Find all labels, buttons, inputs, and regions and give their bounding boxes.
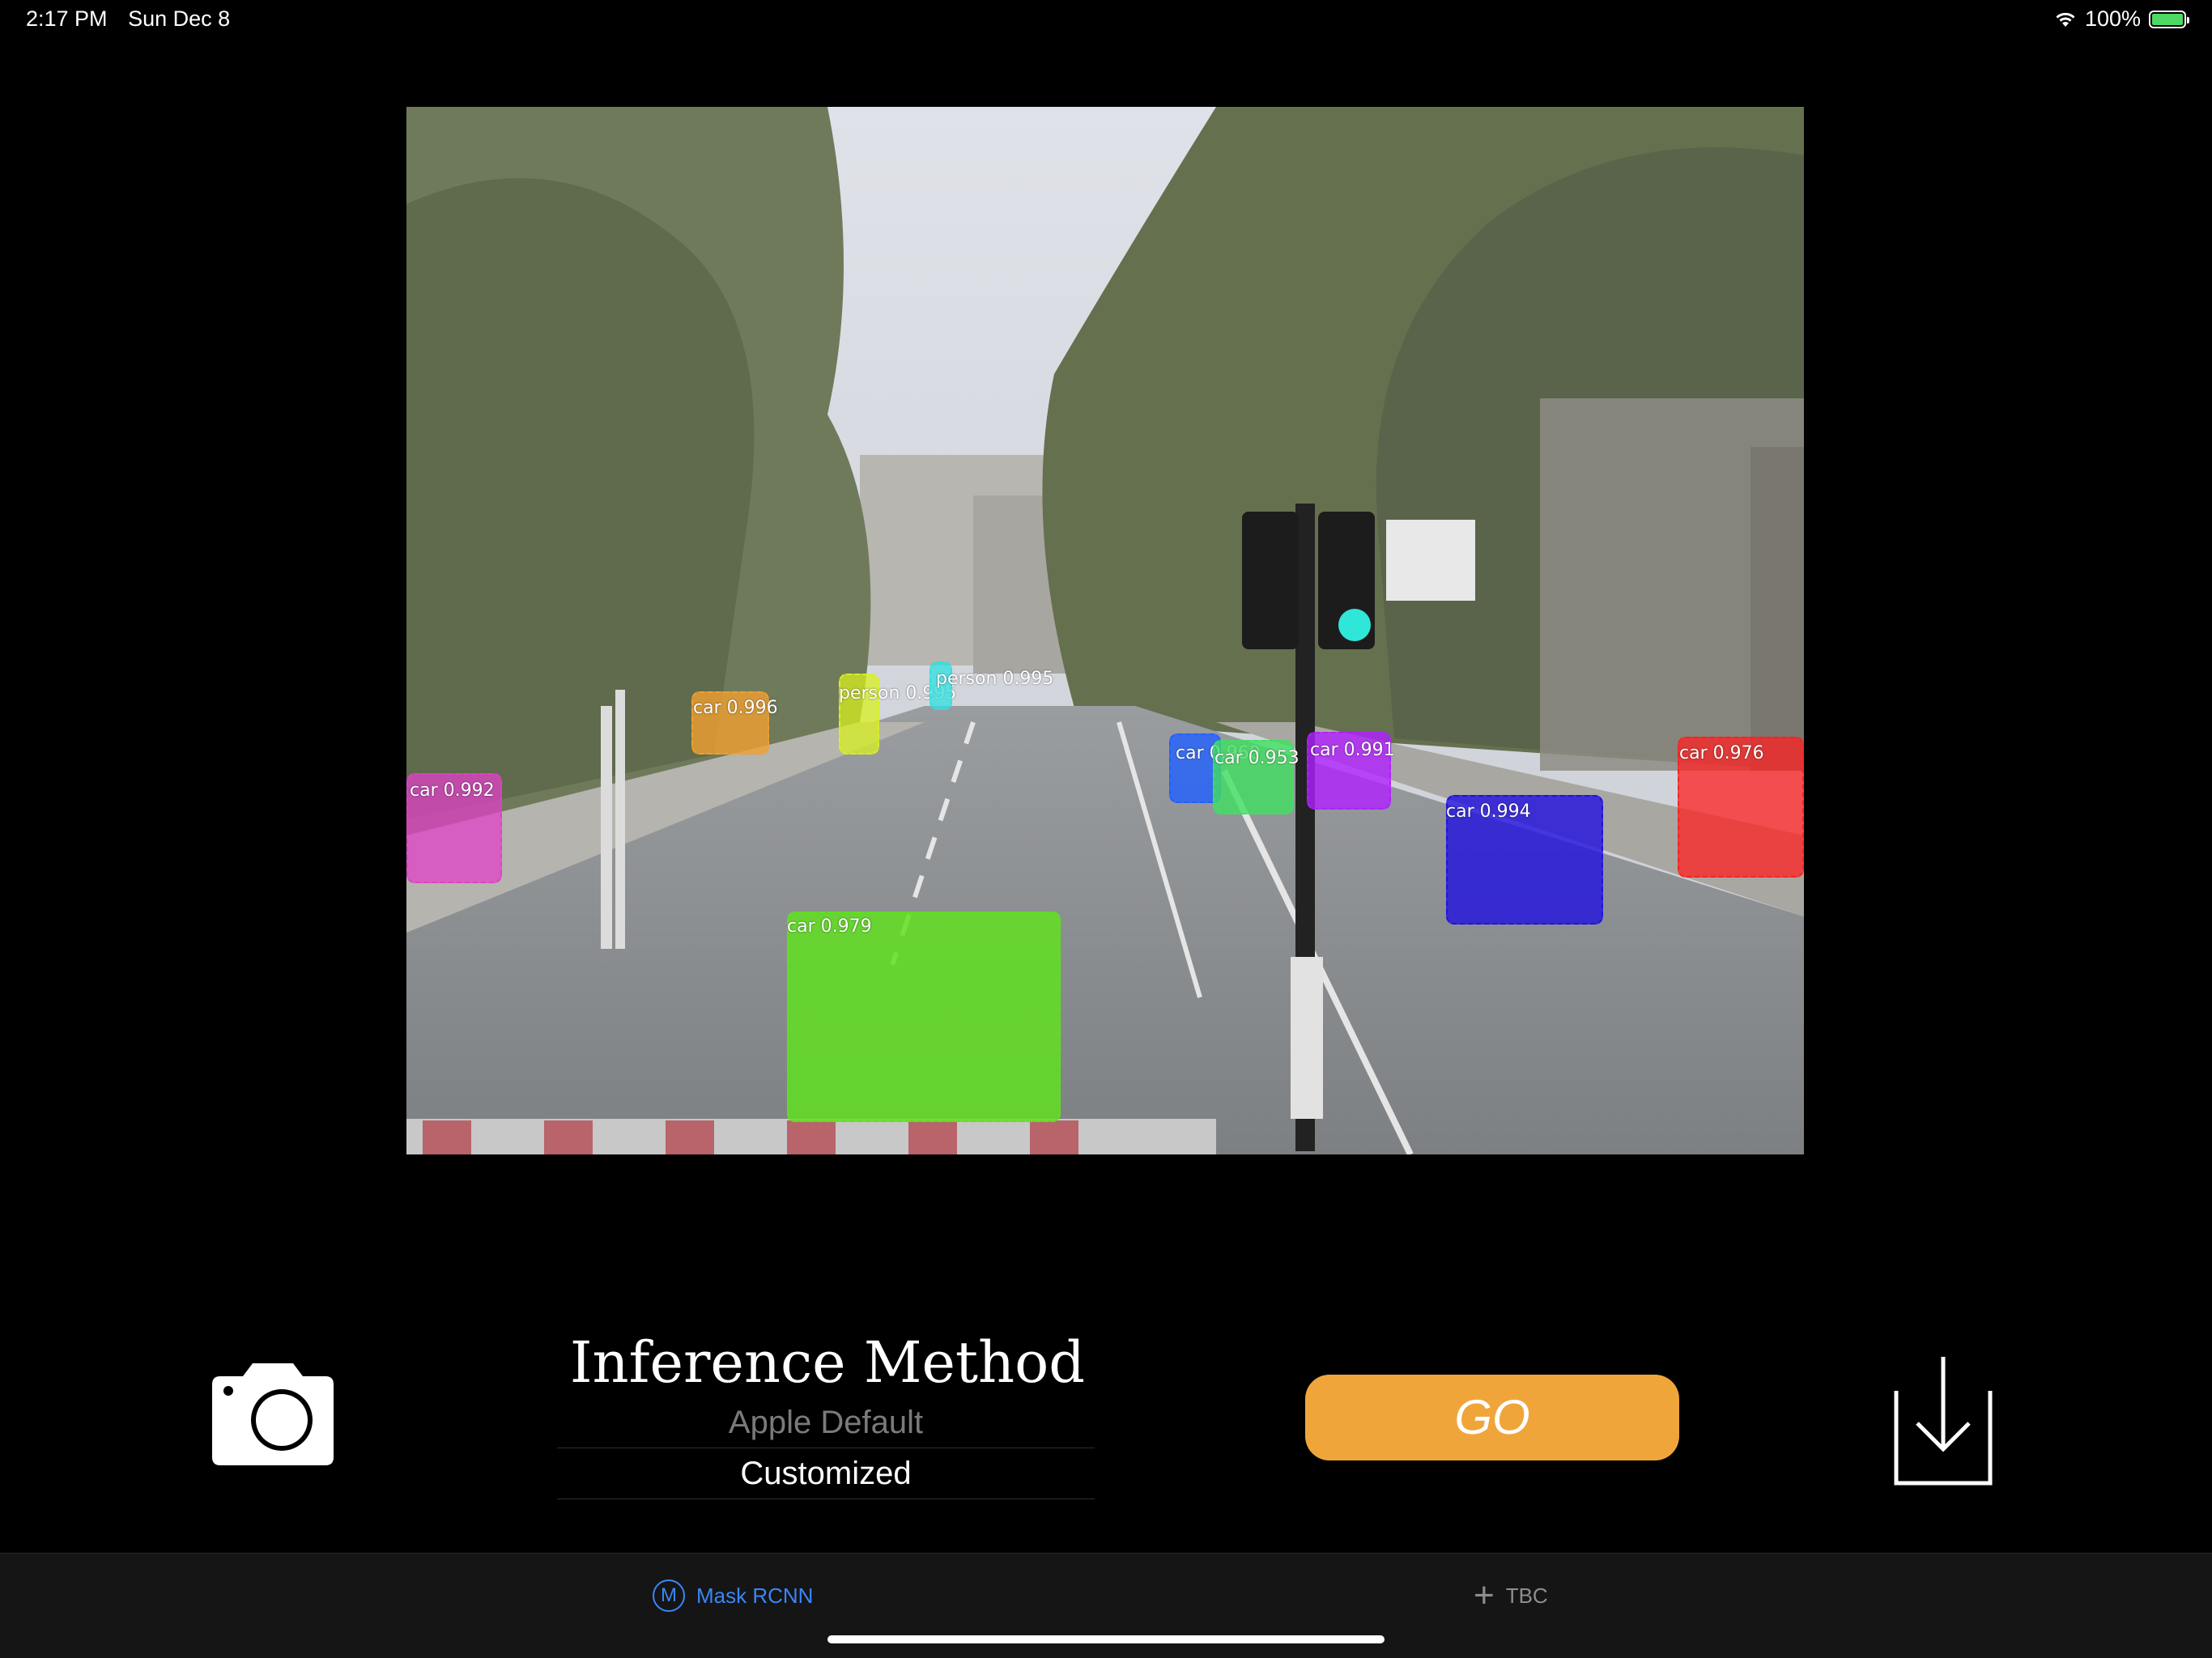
detection-label: car 0.991: [1310, 740, 1395, 760]
download-icon: [1894, 1357, 1993, 1486]
picker-option-apple-default[interactable]: Apple Default: [557, 1397, 1095, 1448]
tab-tbc[interactable]: + TBC: [1474, 1576, 1548, 1615]
camera-icon: [212, 1363, 334, 1465]
picker-option-customized[interactable]: Customized: [557, 1448, 1095, 1499]
battery-level: [2152, 13, 2183, 25]
camera-button[interactable]: [204, 1362, 337, 1469]
battery-percent: 100%: [2084, 6, 2141, 31]
street-scene: [406, 107, 1804, 1154]
tab-label: Mask RCNN: [696, 1583, 814, 1608]
download-button[interactable]: [1893, 1354, 1993, 1486]
detection-label: car 0.979: [787, 916, 872, 937]
detection-label: car 0.996: [693, 698, 778, 718]
go-button[interactable]: GO: [1305, 1375, 1679, 1460]
status-bar-left: 2:17 PM Sun Dec 8: [26, 6, 230, 32]
status-date: Sun Dec 8: [128, 6, 231, 31]
tab-mask-rcnn[interactable]: M Mask RCNN: [653, 1576, 813, 1615]
detection-label: car 0.992: [410, 780, 495, 801]
detection-mask: [787, 912, 1061, 1122]
wifi-icon: [2056, 12, 2075, 27]
plus-icon: +: [1474, 1575, 1495, 1615]
tab-label: TBC: [1505, 1583, 1548, 1608]
detection-label: person 0.995: [936, 669, 1054, 689]
detection-image: car 0.992 car 0.996 person 0.995 person …: [406, 107, 1804, 1154]
detection-label: car 0.976: [1679, 743, 1764, 763]
mask-icon: M: [653, 1579, 685, 1612]
inference-method-title: Inference Method: [569, 1329, 1086, 1396]
battery-icon: [2149, 10, 2189, 28]
detection-label: car 0.953: [1214, 748, 1300, 768]
status-bar-right: 100%: [2054, 6, 2189, 32]
detection-label: car 0.994: [1446, 801, 1531, 822]
inference-method-picker[interactable]: Apple Default Customized: [557, 1397, 1095, 1499]
status-time: 2:17 PM: [26, 6, 108, 31]
home-indicator: [827, 1635, 1385, 1643]
